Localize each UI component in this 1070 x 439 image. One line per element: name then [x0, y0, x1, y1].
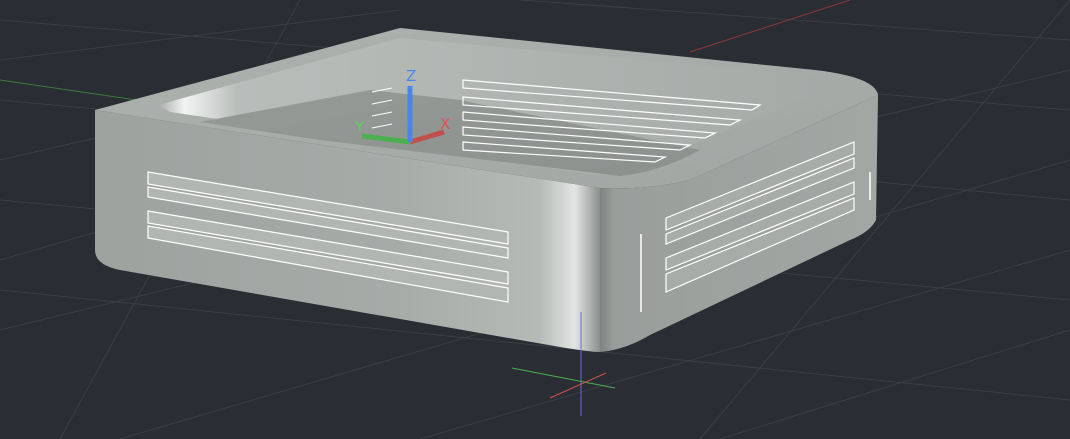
ucs-y-label: Y [354, 118, 365, 136]
ucs-x-label: X [440, 115, 450, 133]
3d-scene[interactable]: X Y Z [0, 0, 1070, 439]
world-x-axis [689, 0, 851, 53]
ucs-z-label: Z [406, 67, 416, 85]
3d-viewport[interactable]: X Y Z [0, 0, 1070, 439]
world-y-axis [0, 79, 151, 103]
